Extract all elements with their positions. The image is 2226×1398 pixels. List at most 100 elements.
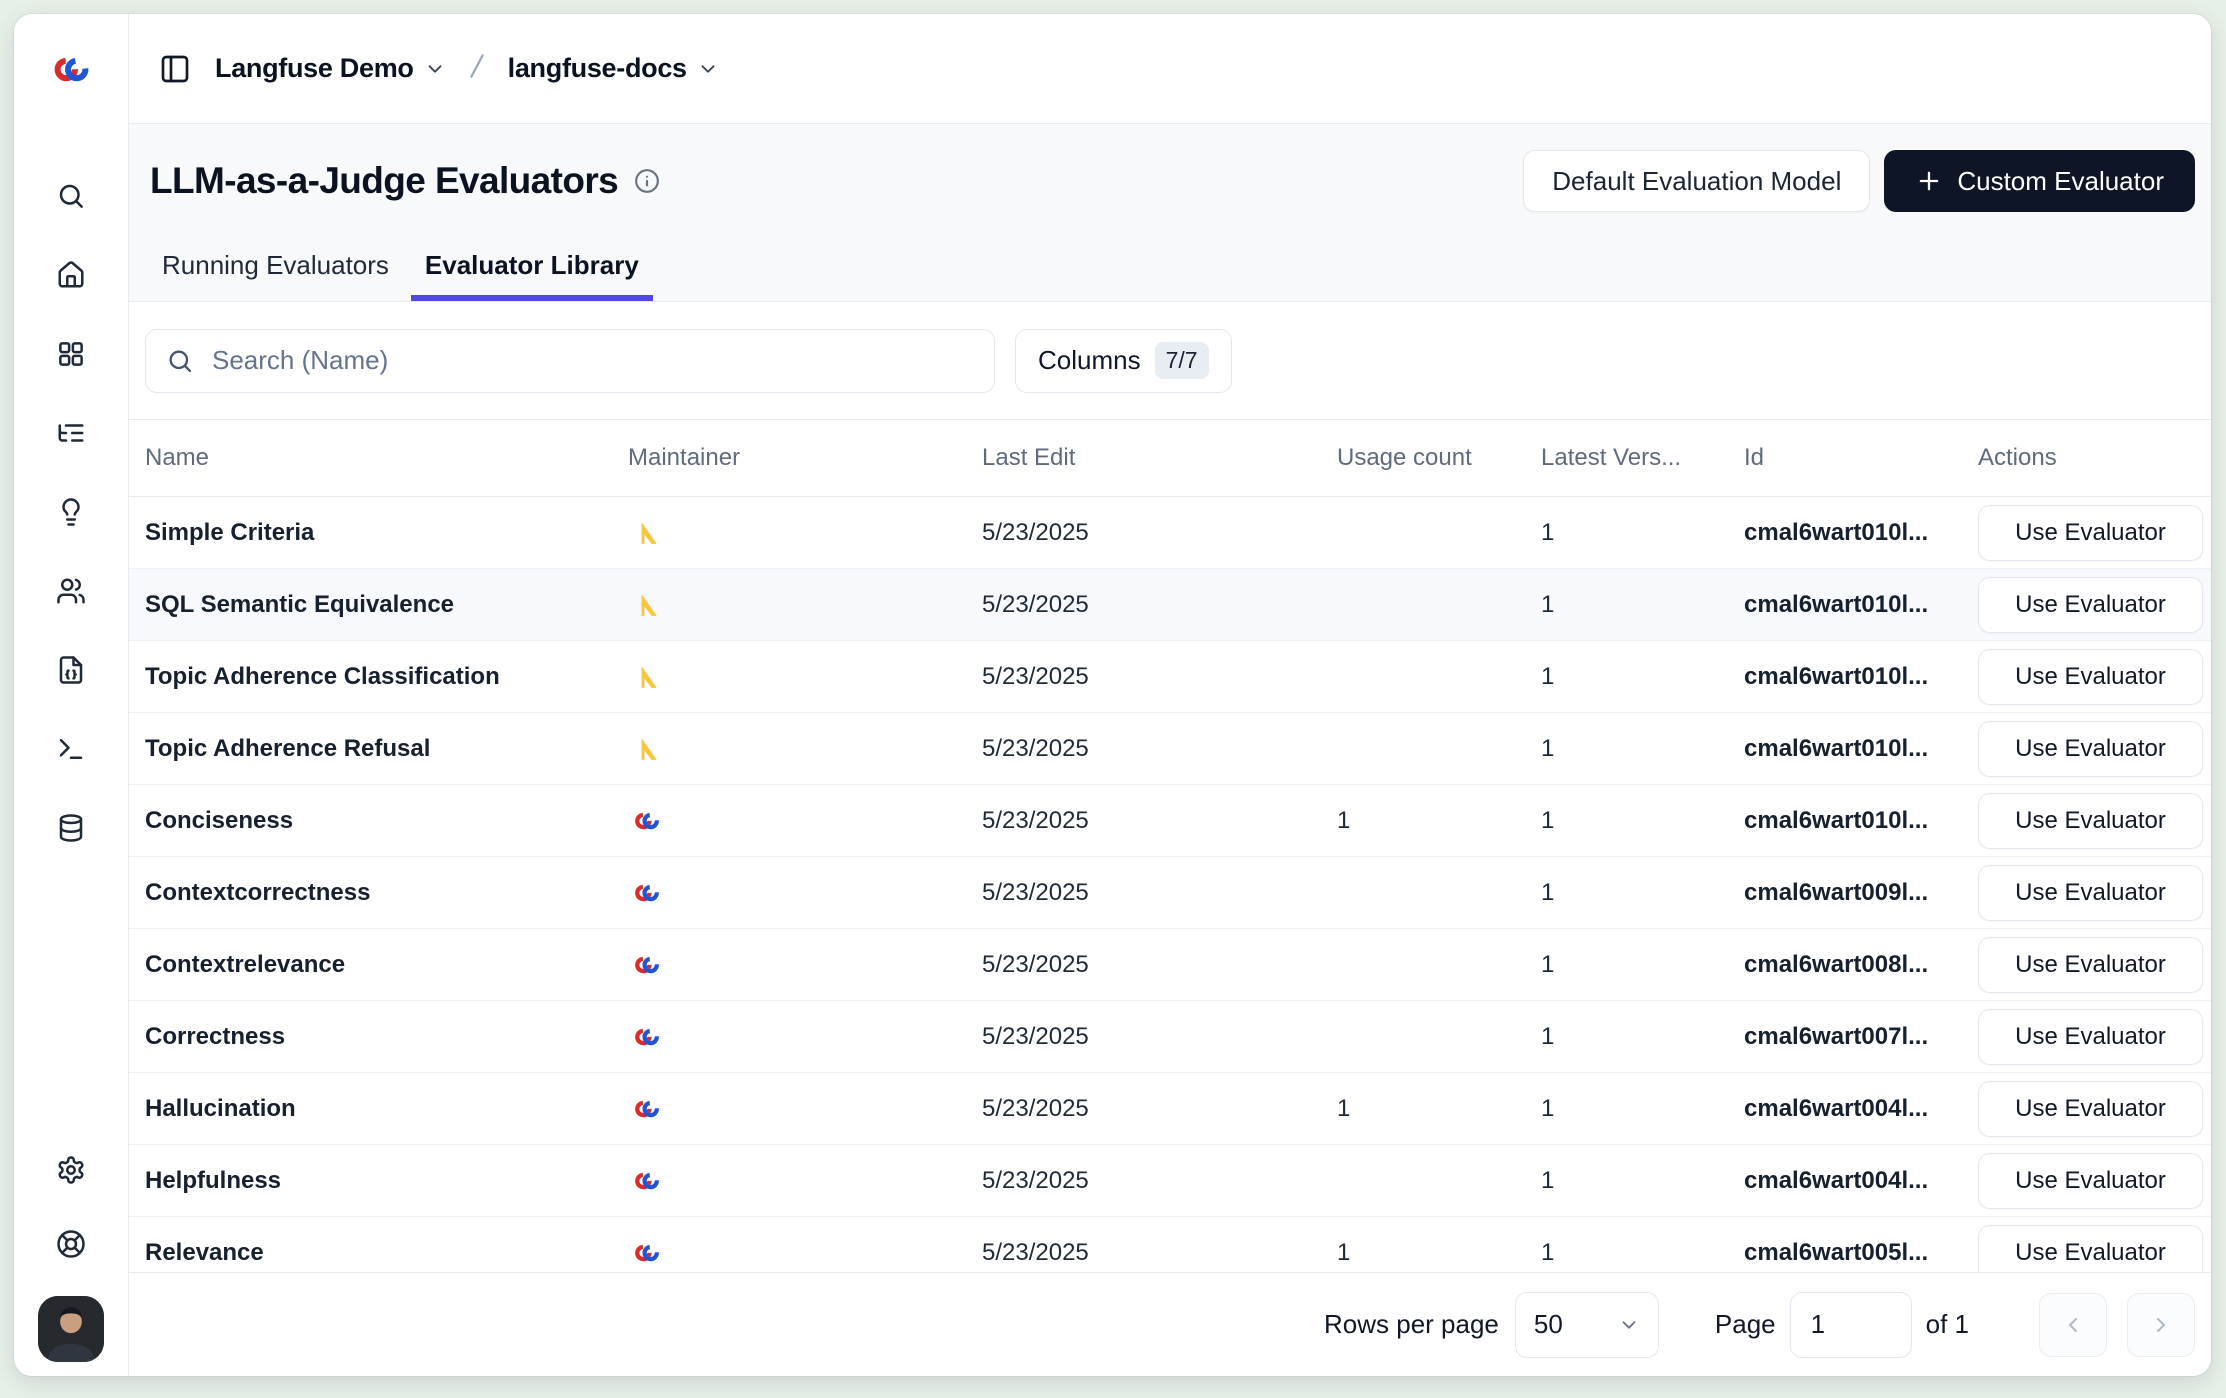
sidebar-dashboard-icon[interactable] <box>49 332 93 376</box>
table-row[interactable]: Contextcorrectness 5/23/2025 1 cmal6wart… <box>129 857 2211 929</box>
last-edit: 5/23/2025 <box>982 951 1337 979</box>
next-page-button[interactable] <box>2127 1293 2195 1357</box>
tab-running-evaluators[interactable]: Running Evaluators <box>148 250 403 301</box>
evaluator-id: cmal6wart010l... <box>1744 663 1978 691</box>
organization-selector[interactable]: Langfuse Demo <box>215 53 446 84</box>
use-evaluator-button[interactable]: Use Evaluator <box>1978 1225 2203 1273</box>
main-area: Langfuse Demo langfuse-docs LLM-as-a-Jud… <box>129 14 2211 1376</box>
maintainer-cell <box>634 1096 982 1122</box>
search-input[interactable] <box>212 345 974 376</box>
ragas-maintainer-icon <box>634 520 660 546</box>
evaluator-name: Conciseness <box>145 807 628 835</box>
maintainer-cell <box>634 808 982 834</box>
column-header-maintainer: Maintainer <box>628 444 982 472</box>
table-row[interactable]: Contextrelevance 5/23/2025 1 cmal6wart00… <box>129 929 2211 1001</box>
last-edit: 5/23/2025 <box>982 807 1337 835</box>
user-avatar[interactable] <box>38 1296 104 1362</box>
latest-version: 1 <box>1541 1239 1744 1267</box>
table-row[interactable]: Helpfulness 5/23/2025 1 cmal6wart004l...… <box>129 1145 2211 1217</box>
langfuse-logo <box>53 14 90 124</box>
last-edit: 5/23/2025 <box>982 663 1337 691</box>
sidebar-users-icon[interactable] <box>49 569 93 613</box>
ragas-maintainer-icon <box>634 736 660 762</box>
columns-button[interactable]: Columns 7/7 <box>1015 329 1232 393</box>
sidebar-toggle-icon[interactable] <box>153 47 197 91</box>
evaluator-name: Contextrelevance <box>145 951 628 979</box>
search-icon <box>166 347 194 375</box>
page-of-label: of 1 <box>1926 1309 1969 1340</box>
sidebar <box>14 14 129 1376</box>
maintainer-cell <box>634 1024 982 1050</box>
table-row[interactable]: Correctness 5/23/2025 1 cmal6wart007l...… <box>129 1001 2211 1073</box>
evaluator-name: Relevance <box>145 1239 628 1267</box>
evaluator-id: cmal6wart009l... <box>1744 879 1978 907</box>
evaluator-id: cmal6wart010l... <box>1744 591 1978 619</box>
table-row[interactable]: Hallucination 5/23/2025 1 1 cmal6wart004… <box>129 1073 2211 1145</box>
table-row[interactable]: Relevance 5/23/2025 1 1 cmal6wart005l...… <box>129 1217 2211 1272</box>
sidebar-lightbulb-icon[interactable] <box>49 490 93 534</box>
use-evaluator-button[interactable]: Use Evaluator <box>1978 1081 2203 1137</box>
content-area: Columns 7/7 Name Maintainer Last Edit Us… <box>129 302 2211 1376</box>
use-evaluator-button[interactable]: Use Evaluator <box>1978 1153 2203 1209</box>
settings-gear-icon[interactable] <box>49 1148 93 1192</box>
use-evaluator-button[interactable]: Use Evaluator <box>1978 937 2203 993</box>
use-evaluator-button[interactable]: Use Evaluator <box>1978 649 2203 705</box>
last-edit: 5/23/2025 <box>982 591 1337 619</box>
column-header-id: Id <box>1744 444 1978 472</box>
sidebar-bottom <box>38 1148 104 1376</box>
info-icon[interactable] <box>634 166 664 196</box>
sidebar-home-icon[interactable] <box>49 253 93 297</box>
use-evaluator-button[interactable]: Use Evaluator <box>1978 505 2203 561</box>
sidebar-terminal-icon[interactable] <box>49 727 93 771</box>
table-row[interactable]: Conciseness 5/23/2025 1 1 cmal6wart010l.… <box>129 785 2211 857</box>
sidebar-file-json-icon[interactable] <box>49 648 93 692</box>
rows-per-page-value: 50 <box>1534 1309 1563 1340</box>
evaluator-name: Correctness <box>145 1023 628 1051</box>
table-row[interactable]: Simple Criteria 5/23/2025 1 cmal6wart010… <box>129 497 2211 569</box>
custom-evaluator-button[interactable]: Custom Evaluator <box>1884 150 2195 212</box>
use-evaluator-button[interactable]: Use Evaluator <box>1978 865 2203 921</box>
latest-version: 1 <box>1541 1023 1744 1051</box>
table-row[interactable]: SQL Semantic Equivalence 5/23/2025 1 cma… <box>129 569 2211 641</box>
langfuse-maintainer-icon <box>634 1168 660 1194</box>
default-evaluation-model-button[interactable]: Default Evaluation Model <box>1523 150 1870 212</box>
ragas-maintainer-icon <box>634 664 660 690</box>
sidebar-search-icon[interactable] <box>49 174 93 218</box>
chevron-right-icon <box>2149 1313 2173 1337</box>
table-row[interactable]: Topic Adherence Classification 5/23/2025… <box>129 641 2211 713</box>
tab-bar: Running Evaluators Evaluator Library <box>148 250 653 301</box>
latest-version: 1 <box>1541 735 1744 763</box>
evaluator-name: Hallucination <box>145 1095 628 1123</box>
sidebar-database-icon[interactable] <box>49 806 93 850</box>
table-toolbar: Columns 7/7 <box>129 302 2211 419</box>
table-body: Simple Criteria 5/23/2025 1 cmal6wart010… <box>129 497 2211 1272</box>
table-row[interactable]: Topic Adherence Refusal 5/23/2025 1 cmal… <box>129 713 2211 785</box>
project-selector[interactable]: langfuse-docs <box>508 53 719 84</box>
tab-evaluator-library[interactable]: Evaluator Library <box>411 250 653 301</box>
last-edit: 5/23/2025 <box>982 1167 1337 1195</box>
rows-per-page-select[interactable]: 50 <box>1515 1292 1659 1358</box>
latest-version: 1 <box>1541 807 1744 835</box>
latest-version: 1 <box>1541 1095 1744 1123</box>
use-evaluator-button[interactable]: Use Evaluator <box>1978 793 2203 849</box>
page-number-input[interactable] <box>1790 1292 1912 1358</box>
support-life-buoy-icon[interactable] <box>49 1222 93 1266</box>
pagination-footer: Rows per page 50 Page of 1 <box>129 1272 2211 1376</box>
sidebar-list-tree-icon[interactable] <box>49 411 93 455</box>
evaluator-id: cmal6wart004l... <box>1744 1095 1978 1123</box>
latest-version: 1 <box>1541 951 1744 979</box>
evaluator-name: Helpfulness <box>145 1167 628 1195</box>
page-title: LLM-as-a-Judge Evaluators <box>150 160 618 202</box>
last-edit: 5/23/2025 <box>982 519 1337 547</box>
chevron-down-icon <box>424 58 446 80</box>
column-header-latest-version: Latest Vers... <box>1541 444 1744 472</box>
chevron-down-icon <box>697 58 719 80</box>
maintainer-cell <box>634 880 982 906</box>
last-edit: 5/23/2025 <box>982 1023 1337 1051</box>
previous-page-button[interactable] <box>2039 1293 2107 1357</box>
ragas-maintainer-icon <box>634 592 660 618</box>
use-evaluator-button[interactable]: Use Evaluator <box>1978 1009 2203 1065</box>
evaluator-id: cmal6wart007l... <box>1744 1023 1978 1051</box>
use-evaluator-button[interactable]: Use Evaluator <box>1978 721 2203 777</box>
use-evaluator-button[interactable]: Use Evaluator <box>1978 577 2203 633</box>
